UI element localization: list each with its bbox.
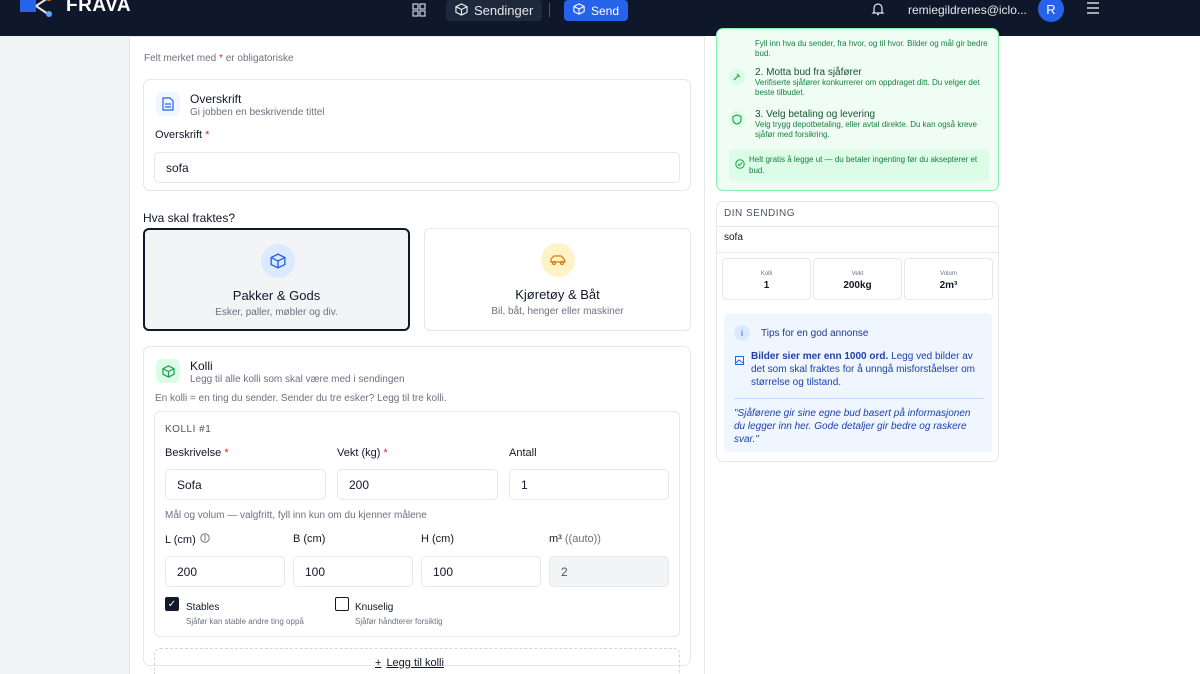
kolli-subtitle: Legg til alle kolli som skal være med i … — [190, 374, 405, 385]
stat-value: 1 — [763, 280, 770, 291]
stat-value: 200kg — [843, 280, 872, 291]
count-input[interactable]: 1 — [509, 469, 669, 500]
tip-text: Bilder sier mer enn 1000 ord. Legg ved b… — [751, 351, 975, 388]
add-kolli-label: Legg til kolli — [386, 657, 444, 669]
plus-icon: + — [375, 657, 382, 669]
stackable-checkbox[interactable]: ✓ — [165, 597, 179, 611]
free-note-box: Helt gratis å legge ut — du betaler inge… — [729, 150, 989, 181]
nav-shipments-button[interactable]: Sendinger — [446, 0, 543, 21]
cargo-option-vehicles[interactable]: Kjøretøy & Båt Bil, båt, henger eller ma… — [424, 228, 691, 331]
dimensions-note: Mål og volum — valgfritt, fyll inn kun o… — [165, 510, 427, 521]
document-icon — [156, 92, 180, 116]
how-it-works-card: Fyll inn hva du sender, fra hvor, og til… — [716, 28, 999, 191]
stackable-description: Sjåfør kan stable andre ting oppå — [186, 617, 304, 626]
title-field-label: Overskrift * — [155, 129, 210, 141]
required-fields-note: Felt merket med * er obligatoriske — [144, 53, 294, 64]
brand-logo[interactable]: FRAVA — [18, 0, 131, 18]
cargo-option-title: Kjøretøy & Båt — [515, 287, 600, 302]
brand-name: FRAVA — [66, 0, 132, 16]
nav-divider — [549, 3, 550, 17]
stat-volume: Volum 2m³ — [904, 258, 993, 300]
info-icon[interactable] — [200, 533, 210, 546]
free-note-text: Helt gratis å legge ut — du betaler inge… — [749, 155, 978, 175]
stat-label: Volum — [940, 271, 957, 277]
step-1: Fyll inn hva du sender, fra hvor, og til… — [755, 39, 991, 59]
cargo-option-title: Pakker & Gods — [232, 288, 321, 303]
tips-box: i Tips for en god annonse Bilder sier me… — [724, 313, 992, 452]
length-label: L (cm) — [165, 533, 210, 546]
stat-label: Kolli — [760, 271, 773, 277]
summary-title: sofa — [724, 232, 743, 243]
title-input[interactable]: sofa — [154, 152, 680, 183]
height-label: H (cm) — [421, 533, 454, 545]
width-label: B (cm) — [293, 533, 326, 545]
count-label: Antall — [509, 447, 537, 459]
top-navigation-bar: FRAVA Sendinger Send remiegildrenes@iclo… — [0, 0, 1200, 36]
stat-value: 2m³ — [939, 280, 958, 291]
tips-quote: "Sjåførene gir sine egne bud basert på i… — [734, 408, 971, 445]
gavel-icon — [729, 69, 745, 85]
cargo-option-packages[interactable]: Pakker & Gods Esker, paller, møbler og d… — [143, 228, 410, 331]
shield-icon — [729, 111, 745, 127]
car-icon — [541, 243, 575, 277]
fragile-checkbox[interactable] — [335, 597, 349, 611]
image-icon — [735, 352, 744, 370]
weight-input[interactable]: 200 — [337, 469, 498, 500]
user-email[interactable]: remiegildrenes@iclo... — [908, 3, 1027, 17]
pencil-icon — [729, 29, 745, 45]
tips-title: Tips for en god annonse — [761, 328, 869, 339]
kolli-item-card — [154, 411, 680, 637]
description-input[interactable]: Sofa — [165, 469, 326, 500]
step-title: 2. Motta bud fra sjåfører — [755, 67, 862, 78]
box-icon — [261, 244, 295, 278]
stat-label: Vekt — [851, 271, 864, 277]
summary-heading: DIN SENDING — [724, 208, 796, 219]
volume-output: 2 — [549, 556, 669, 587]
cargo-question: Hva skal fraktes? — [143, 211, 236, 225]
weight-label: Vekt (kg) * — [337, 447, 388, 459]
check-circle-icon — [735, 156, 745, 174]
divider — [716, 226, 999, 227]
avatar[interactable]: R — [1038, 0, 1064, 22]
stackable-label: Stables — [186, 602, 220, 613]
box-icon — [156, 359, 180, 383]
kolli-item-title: KOLLI #1 — [165, 424, 212, 435]
nav-send-label: Send — [591, 3, 620, 18]
fragile-description: Sjåfør håndterer forsiktig — [355, 617, 443, 626]
step-description: Fyll inn hva du sender, fra hvor, og til… — [755, 39, 988, 58]
volume-label: m³ ((auto)) — [549, 533, 601, 545]
package-icon — [455, 2, 468, 19]
stat-kolli: Kolli 1 — [722, 258, 811, 300]
nav-send-button[interactable]: Send — [564, 0, 629, 21]
grid-icon[interactable] — [412, 3, 426, 17]
description-label: Beskrivelse * — [165, 447, 229, 459]
width-input[interactable]: 100 — [293, 556, 413, 587]
stat-weight: Vekt 200kg — [813, 258, 902, 300]
divider — [716, 252, 999, 253]
fragile-label: Knuselig — [355, 602, 394, 613]
bell-icon[interactable] — [871, 2, 887, 18]
height-input[interactable]: 100 — [421, 556, 541, 587]
title-section-heading: Overskrift — [190, 92, 242, 106]
cargo-option-subtitle: Bil, båt, henger eller maskiner — [491, 306, 624, 317]
title-section-subtitle: Gi jobben en beskrivende tittel — [190, 107, 325, 118]
divider — [734, 398, 984, 399]
add-kolli-button[interactable]: + Legg til kolli — [154, 648, 680, 674]
step-description: Verifiserte sjåfører konkurrerer om oppd… — [755, 78, 980, 97]
step-description: Velg trygg depotbetaling, eller avtal di… — [755, 120, 977, 139]
hamburger-menu-icon[interactable] — [1086, 0, 1100, 16]
step-3: 3. Velg betaling og levering Velg trygg … — [755, 109, 991, 140]
nav-shipments-label: Sendinger — [474, 3, 534, 18]
info-icon: i — [734, 325, 750, 341]
step-2: 2. Motta bud fra sjåfører Verifiserte sj… — [755, 67, 991, 98]
length-input[interactable]: 200 — [165, 556, 285, 587]
step-title: 3. Velg betaling og levering — [755, 109, 876, 120]
logo-icon — [18, 0, 58, 18]
package-icon — [573, 3, 585, 18]
cargo-option-subtitle: Esker, paller, møbler og div. — [215, 307, 338, 318]
kolli-hint: En kolli = en ting du sender. Sender du … — [155, 393, 447, 404]
kolli-heading: Kolli — [190, 359, 213, 373]
